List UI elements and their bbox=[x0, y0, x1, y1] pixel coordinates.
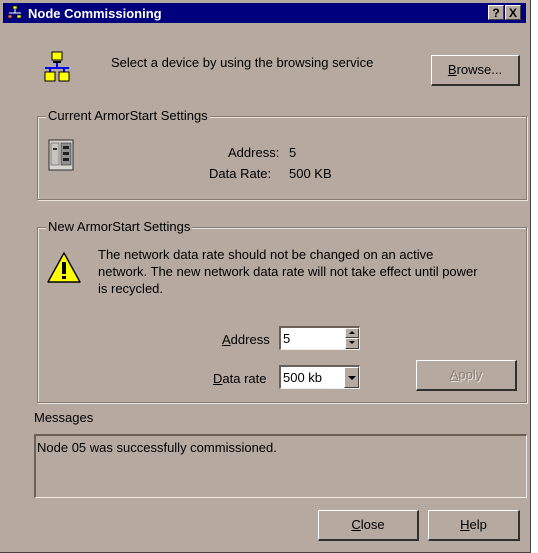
address-input-value: 5 bbox=[283, 331, 291, 346]
current-settings-group: Current ArmorStart Settings bbox=[37, 108, 527, 200]
current-address-label: Address: bbox=[228, 145, 280, 160]
new-settings-legend: New ArmorStart Settings bbox=[46, 219, 193, 234]
title-bar: Node Commissioning ? X bbox=[3, 3, 526, 23]
warning-icon bbox=[47, 252, 81, 283]
network-app-icon bbox=[7, 5, 22, 19]
help-button-label: elp bbox=[469, 517, 487, 532]
close-button[interactable]: Close bbox=[318, 510, 419, 541]
browse-prompt: Select a device by using the browsing se… bbox=[111, 55, 374, 70]
address-label-mnemonic: A bbox=[222, 332, 231, 347]
help-button-mnemonic: H bbox=[460, 517, 470, 532]
help-button[interactable]: Help bbox=[428, 510, 520, 541]
close-button-mnemonic: C bbox=[351, 517, 361, 532]
data-rate-select[interactable]: 500 kb bbox=[279, 365, 360, 389]
context-help-button[interactable]: ? bbox=[488, 5, 504, 20]
window-title: Node Commissioning bbox=[28, 6, 162, 21]
node-commissioning-dialog: Node Commissioning ? X Select a device b… bbox=[0, 0, 531, 553]
messages-box[interactable]: Node 05 was successfully commissioned. bbox=[34, 434, 527, 498]
data-rate-selected-value: 500 kb bbox=[283, 370, 323, 385]
window-close-button[interactable]: X bbox=[505, 5, 521, 20]
message-text: Node 05 was successfully commissioned. bbox=[37, 440, 277, 455]
current-data-rate-label: Data Rate: bbox=[209, 166, 272, 181]
warning-line-3: is recycled. bbox=[98, 281, 164, 296]
apply-button[interactable]: Apply bbox=[416, 360, 517, 391]
close-button-label: lose bbox=[360, 517, 385, 532]
address-spin-up-button[interactable] bbox=[345, 328, 359, 338]
network-browse-icon bbox=[44, 51, 70, 82]
spin-down-icon bbox=[349, 341, 355, 344]
current-data-rate-value: 500 KB bbox=[289, 166, 332, 181]
browse-button-label: rowse... bbox=[456, 62, 503, 77]
warning-line-1: The network data rate should not be chan… bbox=[98, 247, 434, 262]
data-rate-dropdown-button[interactable] bbox=[344, 367, 359, 388]
data-rate-label-mnemonic: D bbox=[213, 371, 223, 386]
spin-up-icon bbox=[349, 331, 355, 334]
browse-button[interactable]: Browse... bbox=[431, 55, 520, 86]
address-spin-down-button[interactable] bbox=[345, 338, 359, 349]
current-settings-legend: Current ArmorStart Settings bbox=[46, 108, 210, 123]
apply-button-label: pply bbox=[458, 367, 483, 382]
data-rate-label: Data rate bbox=[213, 371, 266, 386]
armorstart-device-icon bbox=[48, 139, 74, 171]
warning-line-2: network. The new network data rate will … bbox=[98, 264, 478, 279]
data-rate-label-text: ata rate bbox=[222, 371, 267, 386]
current-address-value: 5 bbox=[289, 145, 297, 160]
address-label: Address bbox=[222, 332, 270, 347]
chevron-down-icon bbox=[347, 376, 356, 380]
address-label-text: ddress bbox=[230, 332, 270, 347]
browse-button-mnemonic: B bbox=[447, 62, 457, 77]
address-input[interactable]: 5 bbox=[279, 326, 360, 350]
messages-label: Messages bbox=[34, 410, 94, 425]
